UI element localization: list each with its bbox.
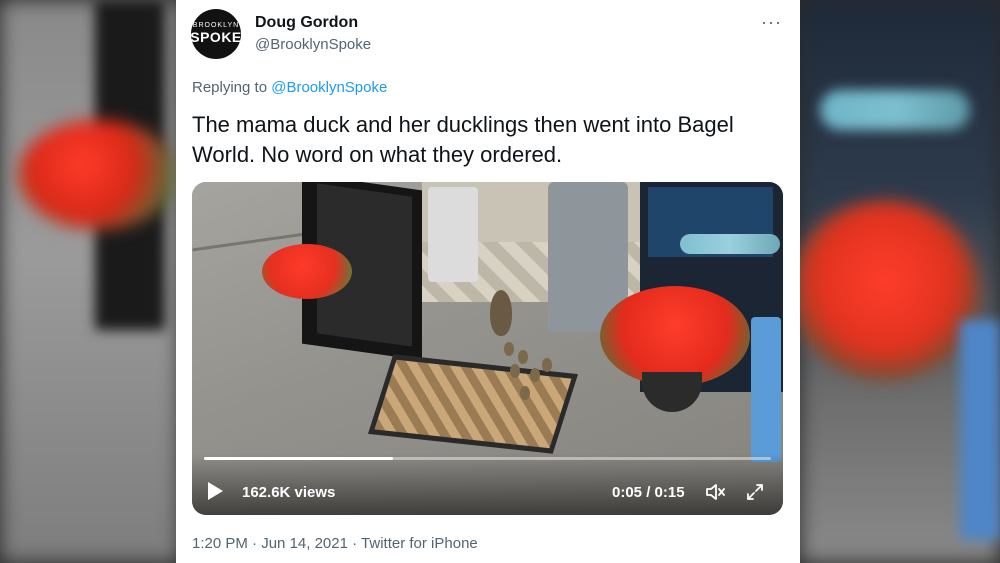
video-time: 0:05 / 0:15: [612, 484, 685, 501]
meta-separator: ·: [252, 535, 258, 552]
fullscreen-icon[interactable]: [745, 482, 765, 502]
tweet-card: BROOKLYN SPOKE Doug Gordon @BrooklynSpok…: [176, 0, 800, 563]
reply-mention-link[interactable]: @BrooklynSpoke: [271, 79, 387, 96]
duckling: [504, 342, 514, 356]
video-player[interactable]: 162.6K views 0:05 / 0:15: [192, 182, 783, 515]
duckling: [542, 358, 552, 372]
background-stones: [820, 90, 970, 130]
duckling: [510, 364, 520, 378]
avatar-text: SPOKE: [190, 28, 242, 45]
tweet-text: The mama duck and her ducklings then wen…: [192, 112, 734, 167]
view-count: 162.6K views: [242, 484, 336, 501]
duckling: [520, 386, 530, 400]
window-rocks: [680, 234, 780, 254]
volume-icon[interactable]: [704, 481, 726, 503]
background-flowers-right: [790, 200, 980, 380]
flower-pot-right: [600, 286, 750, 386]
trash-can: [428, 187, 478, 282]
avatar-top-text: BROOKLYN: [192, 21, 240, 29]
tweet-source: Twitter for iPhone: [361, 535, 478, 552]
duckling: [518, 350, 528, 364]
author-name[interactable]: Doug Gordon: [255, 14, 358, 32]
replying-to: Replying to @BrooklynSpoke: [192, 79, 387, 96]
tweet-time[interactable]: 1:20 PM: [192, 535, 248, 552]
more-options-button[interactable]: ···: [761, 12, 782, 33]
ellipsis-icon: ···: [761, 12, 782, 32]
tweet-meta: 1:20 PM · Jun 14, 2021 · Twitter for iPh…: [192, 535, 478, 552]
video-progress-bar[interactable]: [204, 457, 771, 460]
blue-bench: [751, 317, 781, 462]
author-handle[interactable]: @BrooklynSpoke: [255, 36, 371, 53]
play-icon[interactable]: [208, 482, 223, 500]
background-flowers-left: [18, 120, 178, 230]
video-progress-fill: [204, 457, 393, 460]
meta-separator: ·: [352, 535, 358, 552]
flower-pot-left: [262, 244, 352, 299]
replying-prefix: Replying to: [192, 79, 268, 96]
avatar[interactable]: BROOKLYN SPOKE: [190, 9, 242, 59]
duckling: [530, 368, 540, 382]
tweet-date[interactable]: Jun 14, 2021: [261, 535, 348, 552]
background-bench: [960, 320, 1000, 540]
mama-duck: [490, 290, 512, 336]
